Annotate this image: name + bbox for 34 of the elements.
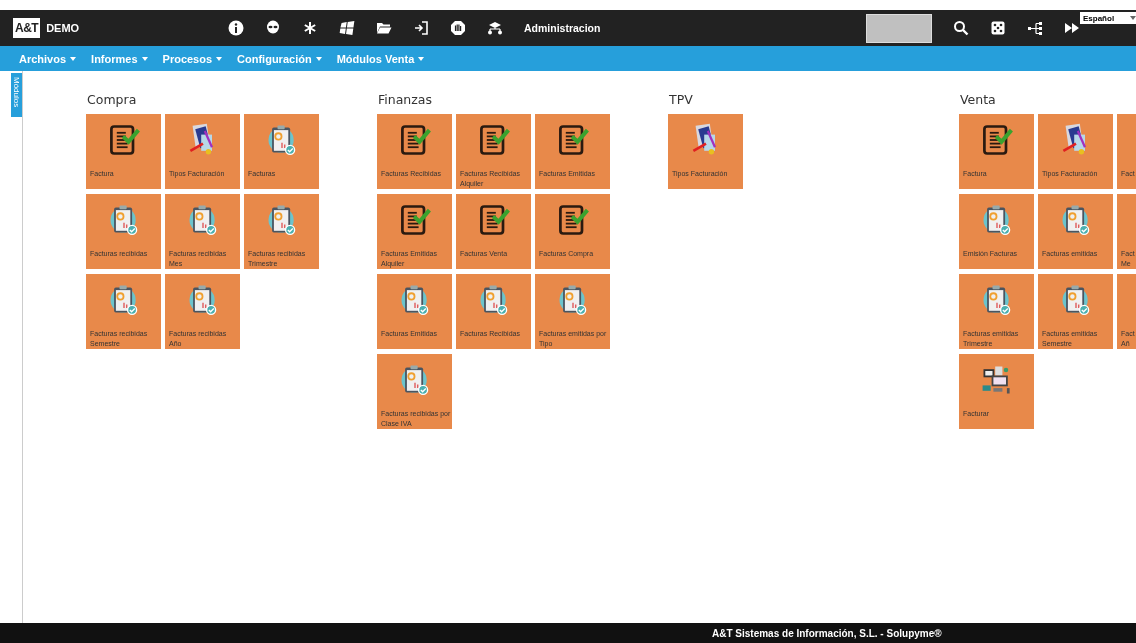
search-icon[interactable] xyxy=(953,20,969,36)
language-select[interactable]: Español xyxy=(1080,12,1136,24)
menu-item[interactable]: Configuración xyxy=(237,52,322,65)
footer-text: A&T Sistemas de Información, S.L. - Solupyme® xyxy=(712,627,942,639)
caret-icon xyxy=(216,56,223,61)
caret-icon xyxy=(70,56,77,61)
menu-item[interactable]: Informes xyxy=(91,52,148,65)
caret-icon xyxy=(1130,16,1136,20)
admin-link[interactable]: Administracion xyxy=(524,22,601,34)
caret-icon xyxy=(141,56,148,61)
menu-item[interactable]: Procesos xyxy=(162,52,223,65)
sitemap-icon[interactable] xyxy=(487,20,503,36)
network-tree-icon[interactable] xyxy=(1027,20,1043,36)
hand-stop-icon[interactable] xyxy=(450,20,466,36)
search-field[interactable] xyxy=(866,13,932,43)
group-title: Compra xyxy=(87,92,138,107)
snowflake-icon[interactable] xyxy=(302,20,318,36)
fast-forward-icon[interactable] xyxy=(1064,20,1080,36)
app-name: DEMO xyxy=(46,22,80,34)
windows-flag-icon[interactable] xyxy=(339,20,355,36)
group-title: Venta xyxy=(960,92,997,107)
caret-icon xyxy=(418,56,425,61)
group-title: TPV xyxy=(669,92,694,107)
group-title: Finanzas xyxy=(378,92,433,107)
sign-in-icon[interactable] xyxy=(413,20,429,36)
folder-icon[interactable] xyxy=(376,20,392,36)
info-icon[interactable] xyxy=(228,20,244,36)
side-tab[interactable]: Módulos xyxy=(11,73,22,117)
logo: A&T xyxy=(13,18,41,38)
dice-icon[interactable] xyxy=(990,20,1006,36)
caret-icon xyxy=(315,56,322,61)
menu-item[interactable]: Archivos xyxy=(19,52,77,65)
alien-head-icon[interactable] xyxy=(265,20,281,36)
menu-item[interactable]: Módulos Venta xyxy=(336,52,425,65)
